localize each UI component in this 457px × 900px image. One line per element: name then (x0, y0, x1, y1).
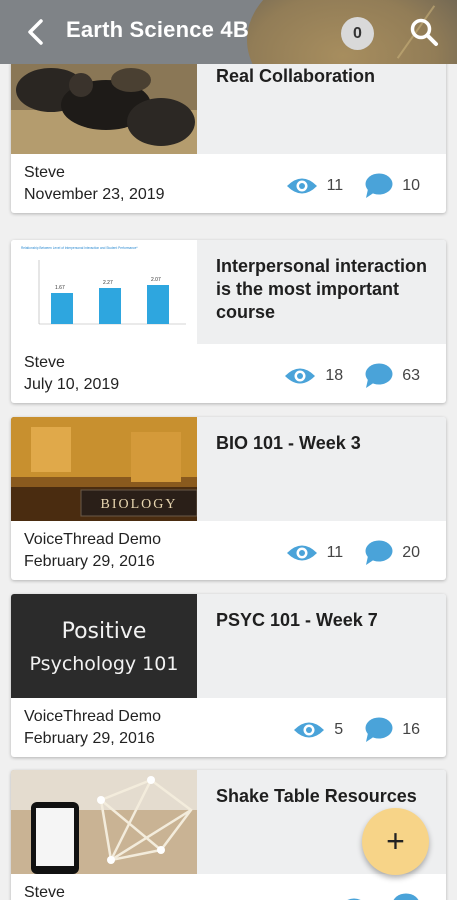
eye-icon (285, 368, 316, 384)
list-item[interactable]: Positive Psychology 101 PSYC 101 - Week … (11, 594, 446, 757)
eye-icon (294, 722, 325, 738)
card-author: Steve (24, 884, 65, 900)
thumbnail-biology-room: BIOLOGY (11, 417, 197, 521)
list-item[interactable]: BIOLOGY BIO 101 - Week 3 VoiceThread Dem… (11, 417, 446, 580)
svg-text:Relationship Between Level of: Relationship Between Level of Interperso… (21, 246, 138, 250)
add-button[interactable]: + (362, 808, 429, 875)
comment-count: 16 (402, 721, 420, 738)
list-item[interactable]: Real Collaboration Steve November 23, 20… (11, 64, 446, 213)
view-count: 11 (326, 177, 344, 194)
svg-text:1.67: 1.67 (55, 285, 65, 291)
card-author: VoiceThread Demo (24, 708, 161, 725)
svg-text:2.27: 2.27 (103, 280, 113, 286)
card-title[interactable]: PSYC 101 - Week 7 (216, 609, 438, 632)
card-title[interactable]: Real Collaboration (216, 65, 438, 88)
card-author: Steve (24, 354, 65, 371)
view-count: 18 (325, 367, 344, 384)
svg-text:Psychology 101: Psychology 101 (30, 653, 179, 675)
card-title[interactable]: Interpersonal interaction is the most im… (216, 255, 438, 324)
comment-icon (365, 363, 393, 388)
card-date: November 23, 2019 (24, 186, 165, 203)
card-date: February 29, 2016 (24, 553, 155, 570)
list-item[interactable]: Relationship Between Level of Interperso… (11, 240, 446, 403)
comment-icon (365, 173, 393, 198)
thumbnail-bar-chart: Relationship Between Level of Interperso… (11, 240, 197, 344)
app-header: Earth Science 4B 0 (0, 0, 457, 64)
view-count: 11 (326, 544, 344, 561)
card-author: Steve (24, 164, 65, 181)
card-title[interactable]: BIO 101 - Week 3 (216, 432, 438, 455)
notification-badge[interactable]: 0 (341, 17, 374, 50)
eye-icon (286, 545, 317, 561)
comment-count: 20 (402, 544, 420, 561)
eye-icon (347, 898, 361, 900)
thumbnail-shake-table (11, 770, 197, 874)
svg-text:2.07: 2.07 (151, 277, 161, 283)
svg-text:BIOLOGY: BIOLOGY (101, 497, 178, 512)
eye-icon (286, 178, 317, 194)
svg-text:Positive: Positive (62, 619, 147, 644)
card-author: VoiceThread Demo (24, 531, 161, 548)
thumbnail-gorillas (11, 64, 197, 154)
comment-icon (365, 717, 393, 742)
comment-count: 63 (402, 367, 420, 384)
comment-count: 10 (402, 177, 420, 194)
card-title[interactable]: Shake Table Resources (216, 785, 438, 808)
card-date: July 10, 2019 (24, 376, 120, 393)
comment-icon (365, 540, 393, 565)
thumbnail-chalkboard: Positive Psychology 101 (11, 594, 197, 698)
search-icon[interactable] (408, 16, 440, 48)
page-title: Earth Science 4B (66, 17, 249, 42)
comment-icon (393, 893, 419, 900)
back-arrow-icon[interactable] (22, 16, 52, 48)
voicethread-list[interactable]: Real Collaboration Steve November 23, 20… (0, 64, 457, 900)
card-date: February 29, 2016 (24, 730, 155, 747)
view-count: 5 (334, 721, 344, 738)
